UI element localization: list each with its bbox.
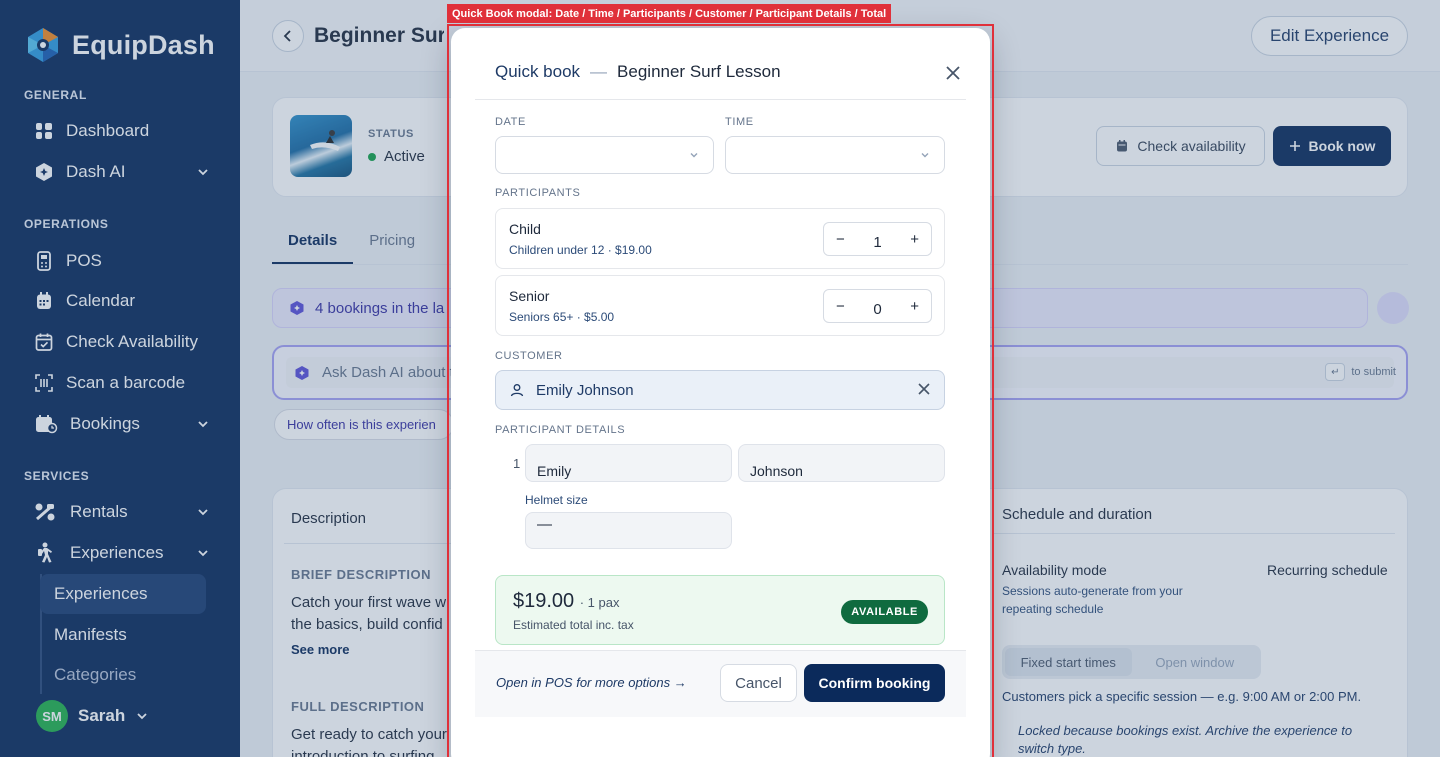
highlight-frame [447,24,994,757]
highlight-label: Quick Book modal: Date / Time / Particip… [447,4,892,23]
